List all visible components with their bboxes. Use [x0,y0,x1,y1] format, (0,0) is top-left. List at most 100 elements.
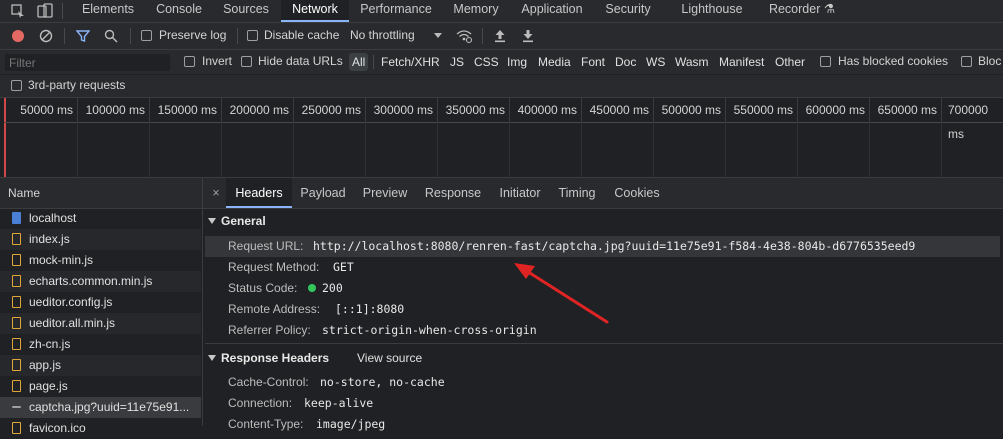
view-source-link[interactable]: View source [357,351,422,365]
third-party-checkbox[interactable] [11,80,22,91]
tab-headers[interactable]: Headers [226,178,292,208]
remote-address-key: Remote Address: [228,302,321,316]
invert-label: Invert [202,54,233,68]
script-icon [12,380,21,392]
timeline-gridline [437,122,438,177]
request-url-value[interactable]: http://localhost:8080/renren-fast/captch… [313,239,915,253]
close-details-icon[interactable]: × [207,178,225,208]
status-ok-icon [308,284,316,292]
tab-sources[interactable]: Sources [214,0,278,22]
timeline-tick: 500000 ms [654,98,726,122]
tab-preview[interactable]: Preview [356,178,414,208]
timeline-gridline [509,122,510,177]
request-method-value[interactable]: GET [333,260,354,274]
tab-cookies[interactable]: Cookies [606,178,668,208]
timeline-tick: 550000 ms [726,98,798,122]
general-section-header[interactable]: General [208,214,266,228]
export-har-icon[interactable] [522,29,534,43]
tab-console[interactable]: Console [146,0,212,22]
preserve-log-checkbox[interactable] [141,30,152,41]
tab-elements[interactable]: Elements [72,0,144,22]
request-row[interactable]: ueditor.all.min.js [0,313,201,334]
device-toolbar-icon[interactable] [37,3,53,19]
connection-value[interactable]: keep-alive [304,396,373,410]
timeline-gridline [797,122,798,177]
filter-type-ws[interactable]: WS [643,53,668,71]
request-row[interactable]: favicon.ico [0,418,201,439]
preserve-log-label: Preserve log [159,28,227,42]
filter-type-other[interactable]: Other [772,53,808,71]
script-icon [12,359,21,371]
hide-data-urls-label: Hide data URLs [258,54,343,68]
request-name: localhost [29,211,77,225]
script-icon [12,233,21,245]
document-icon [12,212,21,224]
request-row[interactable]: zh-cn.js [0,334,201,355]
script-icon [12,317,21,329]
throttling-select[interactable]: No throttling [350,28,415,42]
timeline-tick: 600000 ms [798,98,870,122]
request-row[interactable]: ueditor.config.js [0,292,201,313]
request-name: mock-min.js [29,253,94,267]
tab-timing[interactable]: Timing [552,178,602,208]
cache-control-key: Cache-Control: [228,375,309,389]
tab-payload[interactable]: Payload [294,178,352,208]
request-row[interactable]: mock-min.js [0,250,201,271]
chevron-down-icon[interactable] [434,33,442,38]
filter-type-img[interactable]: Img [504,53,530,71]
record-button-icon[interactable] [12,30,24,42]
filter-icon[interactable] [75,29,91,43]
hide-data-urls-checkbox[interactable] [241,56,252,67]
status-code-key: Status Code: [228,281,298,295]
filter-input[interactable] [5,54,170,71]
tab-response[interactable]: Response [418,178,488,208]
filter-type-media[interactable]: Media [535,53,574,71]
cache-control-value[interactable]: no-store, no-cache [320,375,445,389]
filter-type-wasm[interactable]: Wasm [672,53,712,71]
tab-initiator[interactable]: Initiator [492,178,548,208]
request-row[interactable]: echarts.common.min.js [0,271,201,292]
timeline-gridline [77,122,78,177]
timeline-gridline [293,122,294,177]
content-type-value[interactable]: image/jpeg [316,417,385,431]
has-blocked-cookies-label: Has blocked cookies [838,54,949,68]
request-row[interactable]: app.js [0,355,201,376]
name-column-header[interactable]: Name [8,186,40,200]
filter-type-manifest[interactable]: Manifest [716,53,767,71]
remote-address-value[interactable]: [::1]:8080 [335,302,404,316]
clear-icon[interactable] [39,29,53,43]
search-icon[interactable] [104,29,118,43]
third-party-row [0,75,1003,98]
request-row-selected[interactable]: captcha.jpg?uuid=11e75e91... [0,397,201,418]
filter-type-js[interactable]: JS [447,53,467,71]
network-conditions-icon[interactable] [455,28,473,44]
status-code-value[interactable]: 200 [322,281,343,295]
timeline-tick: 700000 ms [948,103,989,141]
tab-security[interactable]: Security [596,0,660,22]
invert-checkbox[interactable] [184,56,195,67]
request-row[interactable]: page.js [0,376,201,397]
tab-recorder[interactable]: Recorder ⚗ [758,0,846,22]
image-icon [12,406,21,408]
timeline-tick: 350000 ms [438,98,510,122]
tab-performance[interactable]: Performance [352,0,440,22]
tab-lighthouse[interactable]: Lighthouse [672,0,752,22]
tab-memory[interactable]: Memory [444,0,508,22]
import-har-icon[interactable] [494,29,506,43]
filter-type-font[interactable]: Font [578,53,608,71]
request-row[interactable]: index.js [0,229,201,250]
timeline-gridline [221,122,222,177]
tab-network[interactable]: Network [281,0,349,22]
filter-type-doc[interactable]: Doc [612,53,639,71]
disable-cache-checkbox[interactable] [247,30,258,41]
filter-type-all[interactable]: All [349,53,369,71]
blocked-requests-checkbox[interactable] [961,56,972,67]
script-icon [12,275,21,287]
has-blocked-cookies-checkbox[interactable] [820,56,831,67]
tab-application[interactable]: Application [512,0,592,22]
response-headers-section-header[interactable]: Response Headers [208,351,329,365]
request-row[interactable]: localhost [0,208,201,229]
inspect-element-icon[interactable] [11,4,25,18]
filter-type-css[interactable]: CSS [471,53,502,71]
filter-type-fetch-xhr[interactable]: Fetch/XHR [378,53,443,71]
